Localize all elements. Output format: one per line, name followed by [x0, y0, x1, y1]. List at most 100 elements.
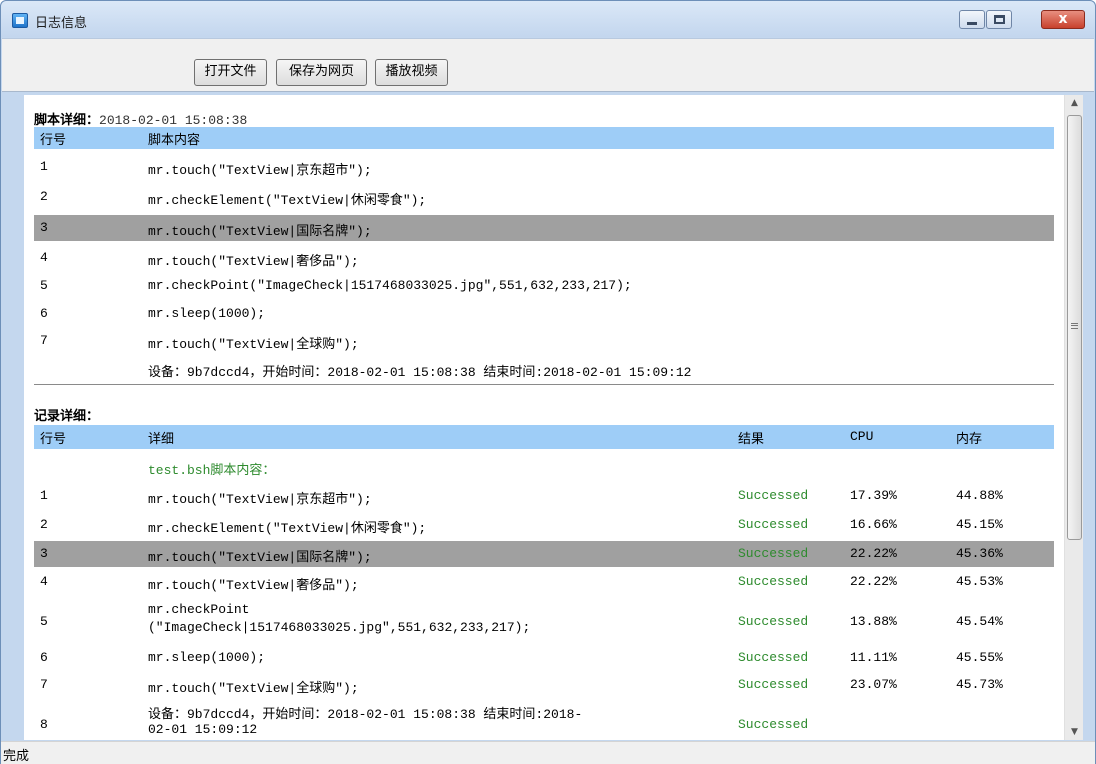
row-result: Successed — [738, 488, 809, 503]
row-number: 3 — [40, 546, 48, 561]
row-number: 2 — [40, 517, 48, 532]
row-result: Successed — [738, 517, 809, 532]
status-bar: 完成 — [1, 741, 1095, 764]
toolbar: 打开文件 保存为网页 播放视频 — [2, 38, 1094, 92]
row-number: 1 — [40, 488, 48, 503]
record-row[interactable]: 7 mr.touch("TextView|全球购"); Successed 23… — [34, 677, 1054, 701]
row-memory: 45.53% — [956, 574, 1003, 589]
header-result: 结果 — [738, 432, 765, 447]
row-number: 5 — [40, 614, 48, 629]
header-line-number: 行号 — [40, 133, 67, 148]
script-row[interactable]: 5 mr.checkPoint("ImageCheck|151746803302… — [34, 278, 1054, 302]
row-number: 1 — [40, 159, 48, 174]
script-row[interactable]: 1 mr.touch("TextView|京东超市"); — [34, 159, 1054, 183]
row-text: mr.touch("TextView|国际名牌"); — [148, 224, 372, 239]
grip-icon — [1071, 323, 1078, 329]
close-button[interactable]: x — [1041, 10, 1085, 29]
script-section-label: 脚本详细： — [34, 113, 100, 128]
window-title: 日志信息 — [35, 16, 88, 31]
scroll-down-arrow-icon[interactable]: ▼ — [1065, 724, 1084, 740]
row-text: mr.touch("TextView|全球购"); — [148, 337, 359, 352]
scrollbar-thumb[interactable] — [1067, 115, 1082, 540]
row-cpu: 17.39% — [850, 488, 897, 503]
app-icon — [12, 13, 28, 28]
header-line-number: 行号 — [40, 432, 67, 447]
section-divider — [34, 384, 1054, 385]
row-cpu: 13.88% — [850, 614, 897, 629]
record-row[interactable]: 5 mr.checkPoint ("ImageCheck|15174680330… — [34, 602, 1054, 644]
row-number: 4 — [40, 574, 48, 589]
row-cpu: 16.66% — [850, 517, 897, 532]
script-timestamp: 2018-02-01 15:08:38 — [99, 113, 248, 128]
row-text: mr.checkElement("TextView|休闲零食"); — [148, 521, 427, 536]
device-info-text: 设备：9b7dccd4，开始时间：2018-02-01 15:08:38 结束时… — [148, 365, 692, 380]
script-row[interactable]: 4 mr.touch("TextView|奢侈品"); — [34, 250, 1054, 274]
record-section-title: 记录详细： — [34, 409, 100, 424]
row-text-line1: mr.checkPoint — [148, 602, 250, 617]
minimize-button[interactable] — [959, 10, 985, 29]
record-row-selected[interactable]: 3 mr.touch("TextView|国际名牌"); Successed 2… — [34, 541, 1054, 567]
record-row[interactable]: 1 mr.touch("TextView|京东超市"); Successed 1… — [34, 488, 1054, 512]
open-file-button[interactable]: 打开文件 — [194, 59, 267, 86]
record-row[interactable]: 8 设备：9b7dccd4，开始时间：2018-02-01 15:08:38 结… — [34, 703, 1054, 740]
row-text: mr.checkElement("TextView|休闲零食"); — [148, 193, 427, 208]
maximize-icon — [994, 15, 1005, 24]
row-number: 6 — [40, 650, 48, 665]
intro-text: test.bsh脚本内容： — [148, 463, 276, 478]
play-video-button[interactable]: 播放视频 — [375, 59, 448, 86]
row-number: 6 — [40, 306, 48, 321]
header-memory: 内存 — [956, 432, 983, 447]
script-row[interactable]: 2 mr.checkElement("TextView|休闲零食"); — [34, 189, 1054, 213]
row-result: Successed — [738, 574, 809, 589]
row-text: mr.sleep(1000); — [148, 650, 266, 665]
log-window: 日志信息 x 打开文件 保存为网页 播放视频 脚本详细：2018-02-01 1… — [0, 0, 1096, 764]
row-text-line2: 02-01 15:09:12 — [148, 722, 258, 737]
header-cpu: CPU — [850, 429, 874, 444]
row-number: 5 — [40, 278, 48, 293]
record-row[interactable]: 4 mr.touch("TextView|奢侈品"); Successed 22… — [34, 574, 1054, 598]
script-row[interactable]: 7 mr.touch("TextView|全球购"); — [34, 333, 1054, 357]
row-result: Successed — [738, 614, 809, 629]
row-number: 7 — [40, 333, 48, 348]
row-text: mr.touch("TextView|奢侈品"); — [148, 254, 359, 269]
row-cpu: 22.22% — [850, 574, 897, 589]
record-row[interactable]: 2 mr.checkElement("TextView|休闲零食"); Succ… — [34, 517, 1054, 541]
record-table-header: 行号 详细 结果 CPU 内存 — [34, 425, 1054, 449]
scroll-up-arrow-icon[interactable]: ▲ — [1065, 95, 1084, 111]
row-result: Successed — [738, 650, 809, 665]
vertical-scrollbar[interactable]: ▲ ▼ — [1064, 95, 1083, 740]
script-section-title: 脚本详细：2018-02-01 15:08:38 — [34, 109, 247, 128]
record-intro: test.bsh脚本内容： — [34, 459, 1054, 481]
header-script-content: 脚本内容 — [148, 133, 201, 148]
row-cpu: 11.11% — [850, 650, 897, 665]
row-cpu: 23.07% — [850, 677, 897, 692]
row-text: mr.touch("TextView|京东超市"); — [148, 163, 372, 178]
row-number: 4 — [40, 250, 48, 265]
row-memory: 45.54% — [956, 614, 1003, 629]
script-row-selected[interactable]: 3 mr.touch("TextView|国际名牌"); — [34, 215, 1054, 241]
row-number: 3 — [40, 220, 48, 235]
row-memory: 45.55% — [956, 650, 1003, 665]
row-text: mr.touch("TextView|京东超市"); — [148, 492, 372, 507]
row-text: mr.touch("TextView|国际名牌"); — [148, 550, 372, 565]
row-number: 8 — [40, 717, 48, 732]
maximize-button[interactable] — [986, 10, 1012, 29]
script-table-header: 行号 脚本内容 — [34, 127, 1054, 149]
row-cpu: 22.22% — [850, 546, 897, 561]
row-memory: 45.36% — [956, 546, 1003, 561]
status-text: 完成 — [3, 749, 30, 764]
title-bar[interactable]: 日志信息 x — [1, 1, 1095, 37]
script-device-info: 设备：9b7dccd4，开始时间：2018-02-01 15:08:38 结束时… — [34, 361, 1054, 385]
row-text: mr.checkPoint("ImageCheck|1517468033025.… — [148, 278, 632, 293]
row-result: Successed — [738, 546, 809, 561]
row-text-line1: 设备：9b7dccd4，开始时间：2018-02-01 15:08:38 结束时… — [148, 707, 583, 722]
script-row[interactable]: 6 mr.sleep(1000); — [34, 306, 1054, 330]
row-result: Successed — [738, 677, 809, 692]
row-memory: 45.73% — [956, 677, 1003, 692]
log-content: 脚本详细：2018-02-01 15:08:38 行号 脚本内容 1 mr.to… — [24, 95, 1064, 740]
header-detail: 详细 — [148, 432, 175, 447]
row-text-line2: ("ImageCheck|1517468033025.jpg",551,632,… — [148, 620, 531, 635]
row-text: mr.sleep(1000); — [148, 306, 266, 321]
save-as-webpage-button[interactable]: 保存为网页 — [276, 59, 367, 86]
record-row[interactable]: 6 mr.sleep(1000); Successed 11.11% 45.55… — [34, 650, 1054, 674]
